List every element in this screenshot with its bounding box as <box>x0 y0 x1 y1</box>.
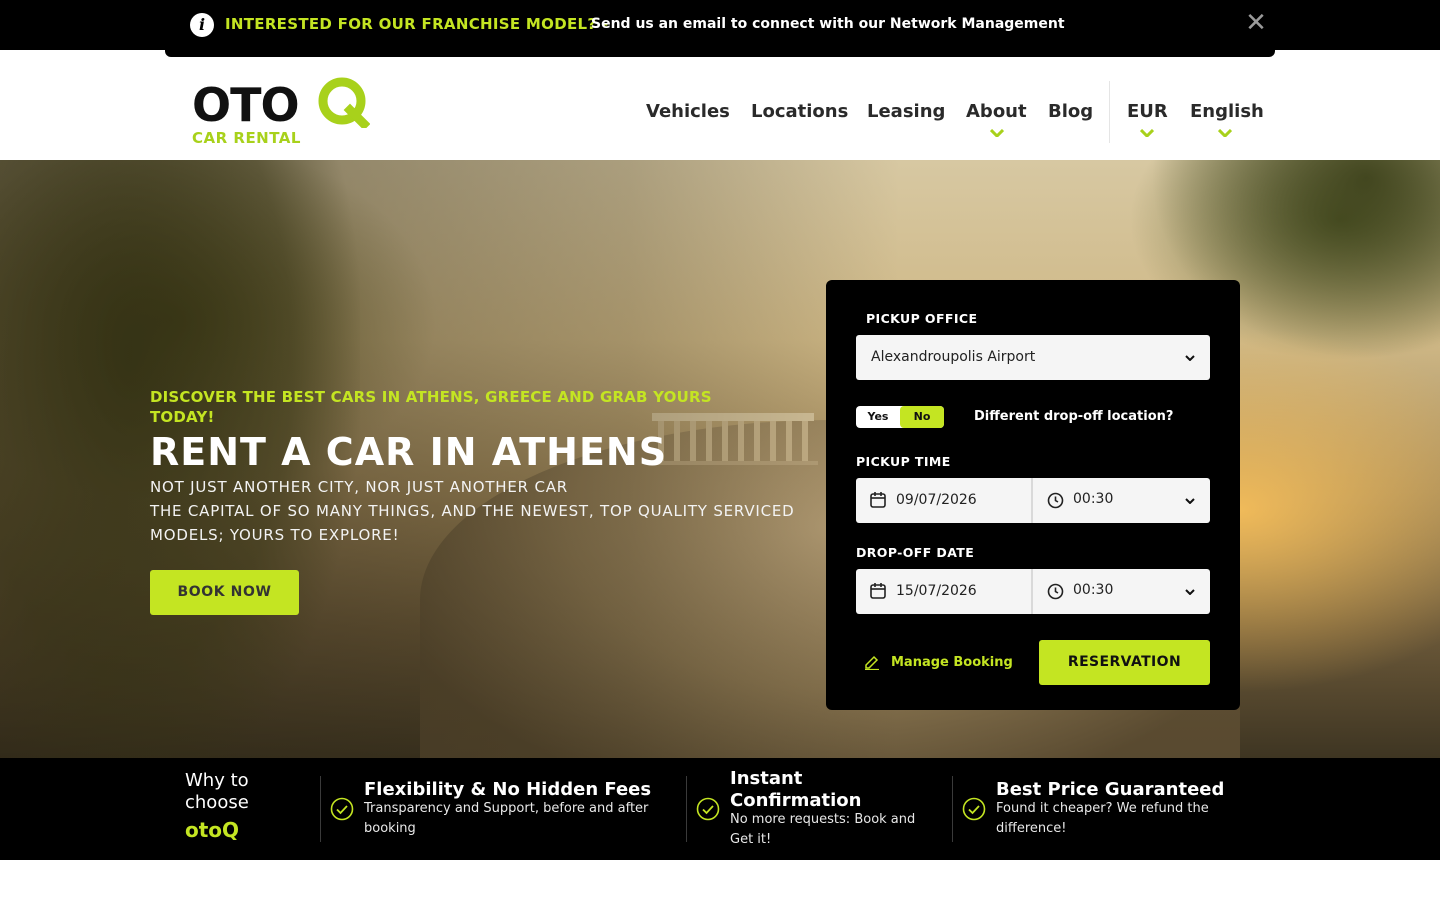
chevron-down-icon[interactable] <box>990 129 1004 137</box>
site-header: OTO CAR RENTAL Vehicles Locations Leasin… <box>0 57 1440 160</box>
logo-subtitle: CAR RENTAL <box>192 129 301 147</box>
info-icon: i <box>190 13 214 37</box>
field-divider <box>1031 569 1033 614</box>
nav-about[interactable]: About <box>966 101 1027 122</box>
hero-subtitle: NOT JUST ANOTHER CITY, NOR JUST ANOTHER … <box>150 475 810 547</box>
announcement-banner: i INTERESTED FOR OUR FRANCHISE MODEL? - … <box>165 0 1275 57</box>
check-circle-icon <box>696 797 720 821</box>
calendar-icon <box>870 583 886 599</box>
clock-icon <box>1047 492 1064 509</box>
dropoff-date-label: DROP-OFF DATE <box>856 545 975 560</box>
toggle-no[interactable]: No <box>900 406 944 428</box>
book-now-button[interactable]: BOOK NOW <box>150 570 299 615</box>
nav-vehicles[interactable]: Vehicles <box>646 101 730 122</box>
hero-subtitle-line: THE CAPITAL OF SO MANY THINGS, AND THE N… <box>150 502 795 544</box>
field-divider <box>1031 478 1033 523</box>
calendar-icon <box>870 492 886 508</box>
clock-icon <box>1047 583 1064 600</box>
chevron-down-icon[interactable] <box>1218 129 1232 137</box>
logo-q-mark <box>318 77 370 128</box>
reservation-button[interactable]: RESERVATION <box>1039 640 1210 685</box>
pickup-time-select[interactable]: 00:30 <box>1073 491 1113 507</box>
why-choose-brand: otoQ <box>185 818 240 842</box>
feature-text: Transparency and Support, before and aft… <box>364 801 649 836</box>
close-icon[interactable]: ✕ <box>1244 10 1268 36</box>
dropoff-datetime-field: 15/07/2026 00:30 <box>856 569 1210 614</box>
feature-divider <box>320 776 321 842</box>
chevron-down-icon[interactable] <box>1140 129 1154 137</box>
booking-form: PICKUP OFFICE Alexandroupolis Airport Ye… <box>826 280 1240 710</box>
dropoff-time-select[interactable]: 00:30 <box>1073 582 1113 598</box>
feature-title: Flexibility & No Hidden Fees <box>364 779 652 800</box>
language-selector[interactable]: English <box>1190 101 1264 122</box>
nav-divider <box>1109 81 1110 143</box>
franchise-title[interactable]: INTERESTED FOR OUR FRANCHISE MODEL? - <box>225 15 608 33</box>
dropoff-date-input[interactable]: 15/07/2026 <box>896 583 977 599</box>
chevron-down-icon <box>1185 355 1195 361</box>
feature-text: No more requests: Book and Get it! <box>730 812 916 847</box>
pickup-datetime-field: 09/07/2026 00:30 <box>856 478 1210 523</box>
pickup-office-label: PICKUP OFFICE <box>866 311 978 326</box>
different-dropoff-toggle[interactable]: Yes No <box>856 406 944 428</box>
pickup-office-value: Alexandroupolis Airport <box>871 349 1036 365</box>
nav-locations[interactable]: Locations <box>751 101 848 122</box>
hero-title: RENT A CAR IN ATHENS <box>150 430 668 474</box>
feature-title: Best Price Guaranteed <box>996 779 1225 800</box>
logo-wordmark: OTO <box>192 78 300 132</box>
nav-blog[interactable]: Blog <box>1048 101 1093 122</box>
pickup-office-select[interactable]: Alexandroupolis Airport <box>856 335 1210 380</box>
different-dropoff-label: Different drop-off location? <box>974 409 1174 424</box>
hero-kicker: DISCOVER THE BEST CARS IN ATHENS, GREECE… <box>150 388 712 426</box>
why-choose-title: Why to choose <box>185 770 249 813</box>
feature-text: Found it cheaper? We refund the differen… <box>996 801 1209 836</box>
logo[interactable]: OTO CAR RENTAL <box>192 74 372 148</box>
feature-divider <box>686 776 687 842</box>
toggle-yes[interactable]: Yes <box>856 406 900 428</box>
franchise-text[interactable]: Send us an email to connect with our Net… <box>591 16 1065 32</box>
currency-selector[interactable]: EUR <box>1127 101 1168 122</box>
chevron-down-icon[interactable] <box>1185 498 1195 504</box>
edit-icon <box>865 655 879 670</box>
check-circle-icon <box>330 797 354 821</box>
manage-booking-link[interactable]: Manage Booking <box>891 655 1013 670</box>
nav-leasing[interactable]: Leasing <box>867 101 945 122</box>
pickup-date-input[interactable]: 09/07/2026 <box>896 492 977 508</box>
pickup-time-label: PICKUP TIME <box>856 454 951 469</box>
hero-subtitle-line: NOT JUST ANOTHER CITY, NOR JUST ANOTHER … <box>150 478 568 496</box>
check-circle-icon <box>962 797 986 821</box>
feature-title: Instant Confirmation <box>730 768 862 811</box>
why-choose-section: Why to choose otoQ Flexibility & No Hidd… <box>0 758 1440 860</box>
chevron-down-icon[interactable] <box>1185 589 1195 595</box>
feature-divider <box>952 776 953 842</box>
